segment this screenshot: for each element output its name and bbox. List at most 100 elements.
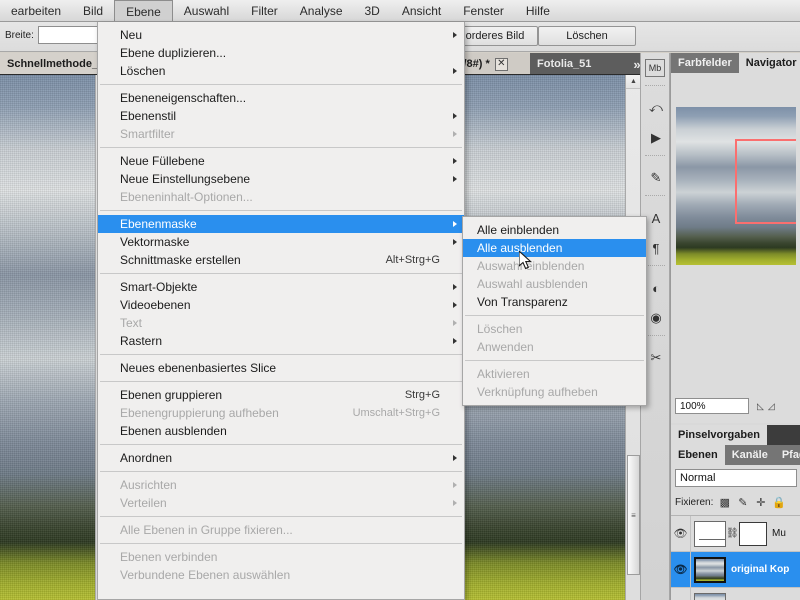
menu-item-smart-objekte[interactable]: Smart-Objekte (98, 278, 464, 296)
menu-item-label: Rastern (120, 334, 163, 348)
layer-visibility-icon[interactable]: 👁 (671, 516, 691, 552)
zoom-out-icon[interactable]: ◺ (757, 401, 764, 412)
breite-input[interactable] (38, 26, 98, 44)
tab-navigator[interactable]: Navigator (738, 53, 800, 73)
submenu-item-alle-ausblenden[interactable]: Alle ausblenden (463, 239, 646, 257)
zoom-slider[interactable]: ◺ ◿ (757, 401, 775, 412)
menu-item-ebeneneigenschaften[interactable]: Ebeneneigenschaften... (98, 89, 464, 107)
tab-pfade[interactable]: Pfade (774, 445, 800, 465)
blend-mode-select[interactable]: Normal (675, 469, 797, 487)
menu-filter[interactable]: Filter (240, 0, 289, 21)
menu-ansicht[interactable]: Ansicht (391, 0, 452, 21)
menu-3d[interactable]: 3D (354, 0, 391, 21)
menu-item-neues-ebenenbasiertes-slice[interactable]: Neues ebenenbasiertes Slice (98, 359, 464, 377)
submenu-arrow-icon (453, 338, 457, 344)
menu-item-loeschen[interactable]: Löschen (98, 62, 464, 80)
dock-separator (645, 335, 665, 341)
menu-hilfe[interactable]: Hilfe (515, 0, 561, 21)
scrollbar-thumb[interactable]: ≡ (627, 455, 640, 575)
submenu-item-von-transparenz[interactable]: Von Transparenz (463, 293, 646, 311)
menu-bild[interactable]: Bild (72, 0, 114, 21)
tab-ebenen[interactable]: Ebenen (671, 445, 725, 465)
history-icon[interactable]: ⤺ (641, 93, 671, 123)
navigator-viewbox[interactable] (735, 139, 796, 224)
menu-item-ebene-duplizieren[interactable]: Ebene duplizieren... (98, 44, 464, 62)
menu-item-anordnen[interactable]: Anordnen (98, 449, 464, 467)
menu-item-rastern[interactable]: Rastern (98, 332, 464, 350)
table-row[interactable]: 👁 original Kopie (671, 587, 800, 600)
menu-bearbeiten[interactable]: earbeiten (0, 0, 72, 21)
submenu-arrow-icon (453, 455, 457, 461)
tab-label: Pinselvorgaben (678, 429, 760, 441)
document-canvas-left[interactable] (0, 75, 95, 600)
menu-item-videoebenen[interactable]: Videoebenen (98, 296, 464, 314)
tab-pinselvorgaben[interactable]: Pinselvorgaben (671, 425, 767, 445)
lock-transparent-pixels-icon[interactable]: ▩ (718, 496, 731, 509)
layer-visibility-icon[interactable]: 👁 (671, 587, 691, 600)
tool-presets-icon[interactable]: ✎ (641, 163, 671, 193)
menu-item-label: Anwenden (477, 340, 534, 354)
navigator-thumbnail[interactable] (676, 107, 796, 265)
layer-list[interactable]: 👁 ⛓ Mu 👁 original Kop 👁 (671, 515, 800, 600)
loeschen-button[interactable]: Löschen (538, 26, 636, 46)
menu-label: Analyse (299, 4, 343, 18)
layer-mask-thumbnail[interactable] (739, 521, 767, 546)
close-icon[interactable]: ✕ (494, 57, 508, 71)
dock-separator (645, 265, 665, 271)
menu-label: Hilfe (525, 4, 550, 18)
menu-item-ebeneninhalt-optionen: Ebeneninhalt-Optionen... (98, 188, 464, 206)
ebenenmaske-submenu[interactable]: Alle einblenden Alle ausblenden Auswahl … (462, 216, 647, 406)
layer-visibility-icon[interactable]: 👁 (671, 551, 691, 588)
table-row[interactable]: 👁 ⛓ Mu (671, 516, 800, 552)
menu-fenster[interactable]: Fenster (452, 0, 515, 21)
menu-item-ebenenstil[interactable]: Ebenenstil (98, 107, 464, 125)
menu-separator (100, 84, 462, 85)
submenu-item-auswahl-ausblenden: Auswahl ausblenden (463, 275, 646, 293)
submenu-item-verknuepfung-aufheben: Verknüpfung aufheben (463, 383, 646, 401)
menu-separator (100, 273, 462, 274)
lock-all-icon[interactable]: 🔒 (772, 496, 786, 509)
tab-farbfelder[interactable]: Farbfelder (671, 53, 739, 73)
layer-thumbnail[interactable] (694, 556, 726, 583)
lock-position-icon[interactable]: ✛ (754, 496, 767, 509)
tab-title: Schnellmethode_ (7, 58, 99, 70)
actions-icon[interactable]: ▶ (641, 123, 671, 153)
menu-analyse[interactable]: Analyse (289, 0, 354, 21)
scroll-up-arrow-icon[interactable]: ▲ (626, 75, 640, 89)
menu-item-neue-einstellungsebene[interactable]: Neue Einstellungsebene (98, 170, 464, 188)
ebene-dropdown-menu[interactable]: Neu Ebene duplizieren... Löschen Ebenene… (97, 22, 465, 600)
layer-thumbnail[interactable] (694, 592, 726, 600)
menu-item-label: Alle Ebenen in Gruppe fixieren... (120, 523, 293, 537)
link-icon[interactable]: ⛓ (726, 528, 739, 539)
menu-item-schnittmaske-erstellen[interactable]: Schnittmaske erstellen Alt+Strg+G (98, 251, 464, 269)
zoom-level-input[interactable]: 100% (675, 398, 749, 414)
submenu-item-alle-einblenden[interactable]: Alle einblenden (463, 221, 646, 239)
menu-item-ebenen-gruppieren[interactable]: Ebenen gruppieren Strg+G (98, 386, 464, 404)
lock-image-pixels-icon[interactable]: ✎ (736, 496, 749, 509)
menu-ebene[interactable]: Ebene (114, 0, 173, 21)
menu-item-label: Ebeneninhalt-Optionen... (120, 190, 253, 204)
table-row[interactable]: 👁 original Kop (671, 551, 800, 588)
menu-item-label: Schnittmaske erstellen (120, 253, 241, 267)
mini-bridge-icon[interactable]: Mb (645, 59, 665, 77)
menu-item-vektormaske[interactable]: Vektormaske (98, 233, 464, 251)
tab-label: Pfade (781, 449, 800, 461)
menu-auswahl[interactable]: Auswahl (173, 0, 240, 21)
menu-label: Bild (83, 4, 104, 18)
tab-label: Kanäle (731, 449, 768, 461)
menu-item-label: Ebenengruppierung aufheben (120, 406, 279, 420)
dock-separator (645, 195, 665, 201)
menu-item-neu[interactable]: Neu (98, 26, 464, 44)
menu-item-ebenen-ausblenden[interactable]: Ebenen ausblenden (98, 422, 464, 440)
menu-item-text: Text (98, 314, 464, 332)
menu-separator (465, 315, 644, 316)
layer-thumbnail-image (696, 558, 724, 581)
tab-label: Ebenen (678, 449, 718, 461)
menu-separator (465, 360, 644, 361)
layer-thumbnail[interactable] (694, 520, 726, 547)
tab-kanaele[interactable]: Kanäle (724, 445, 775, 465)
zoom-in-icon[interactable]: ◿ (768, 401, 775, 412)
menu-separator (100, 516, 462, 517)
menu-item-neue-fuellebene[interactable]: Neue Füllebene (98, 152, 464, 170)
menu-item-ebenenmaske[interactable]: Ebenenmaske (98, 215, 464, 233)
